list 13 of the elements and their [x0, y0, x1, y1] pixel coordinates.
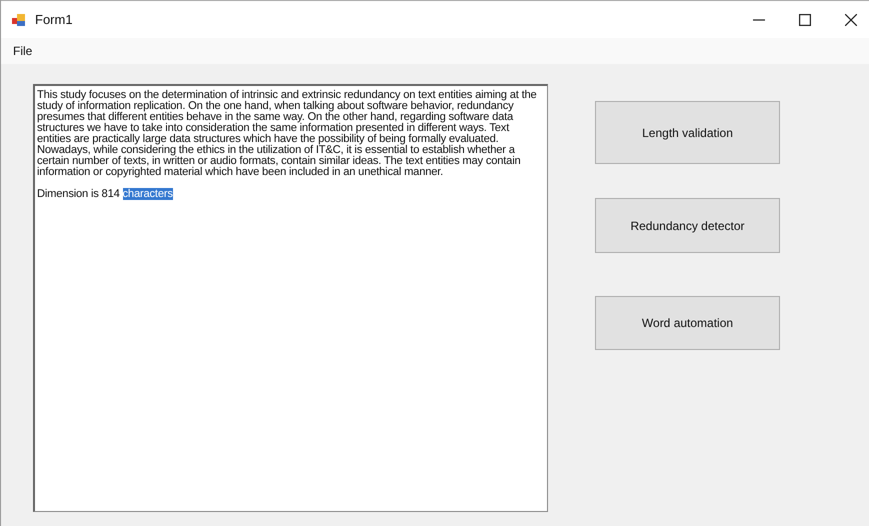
action-button[interactable]: Length validation: [595, 101, 780, 164]
selected-text: characters: [122, 188, 173, 200]
action-button[interactable]: Redundancy detector: [595, 198, 780, 253]
close-icon[interactable]: [845, 14, 857, 26]
action-button[interactable]: Word automation: [595, 296, 780, 350]
window-title: Form1: [35, 12, 73, 27]
text-line: Nowadays, while considering the ethics in the utilization of IT&C, it is essential to establish whether a certain number of texts, in written or audio formats, contain similar ideas. The text entities may contain information or copyrighted material which have been included in an unethical manner.: [37, 144, 521, 178]
maximize-icon[interactable]: [799, 14, 811, 26]
text-line: This study focuses on the determination of intrinsic and extrinsic redundancy on text entities aiming at the study of information replication. On the one hand, when talking about software behavior, redundancy presumes that different entities behave in the same way. On the other hand, regarding software data structures we have to take into consideration the same information presented in different ways. Text entities are practically large data structures which have the possibility of being formally evaluated.: [37, 89, 537, 145]
app-icon: [11, 12, 27, 28]
menu-item[interactable]: File: [11, 44, 34, 58]
text-line: Dimension is 814: [37, 188, 121, 200]
text-area[interactable]: [33, 84, 548, 512]
